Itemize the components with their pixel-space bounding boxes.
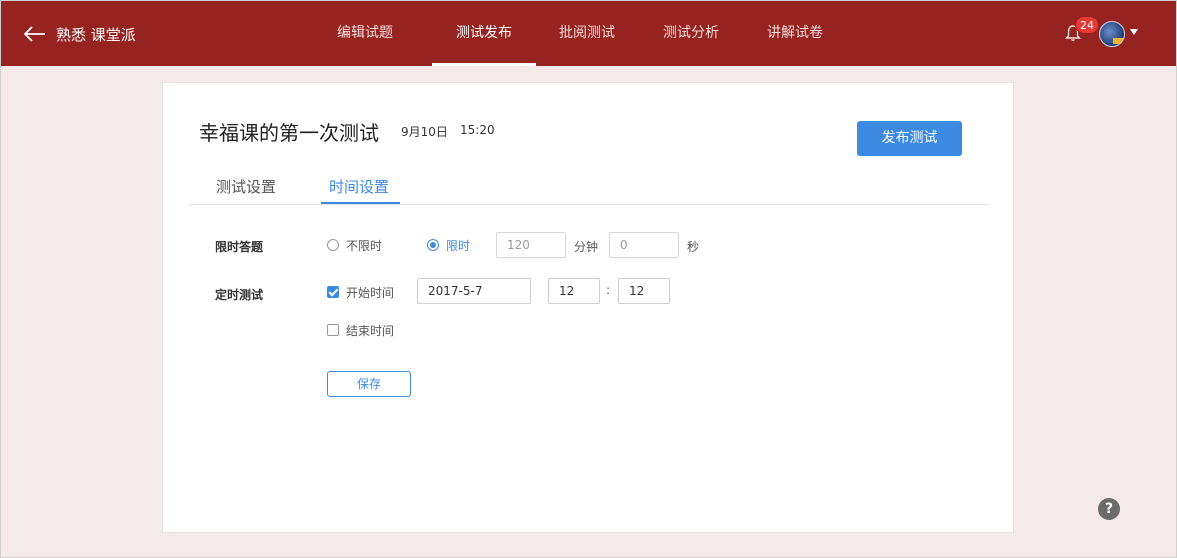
- start-date-input[interactable]: 2017-5-7: [417, 278, 531, 304]
- seconds-unit: 秒: [687, 240, 700, 254]
- help-icon[interactable]: ?: [1098, 498, 1120, 520]
- minutes-input[interactable]: 120: [496, 232, 566, 258]
- start-hour-input[interactable]: 12: [548, 278, 600, 304]
- test-title: 幸福课的第一次测试: [199, 121, 379, 145]
- unlimited-label: 不限时: [346, 239, 383, 253]
- scheduled-test-label: 定时测试: [215, 288, 264, 302]
- nav-edit-questions[interactable]: 编辑试题: [335, 0, 395, 66]
- notification-badge: 24: [1075, 16, 1099, 34]
- caret-down-icon[interactable]: [1130, 29, 1138, 35]
- time-limit-label: 限时答题: [215, 240, 264, 254]
- seconds-input[interactable]: 0: [609, 232, 679, 258]
- avatar[interactable]: [1099, 21, 1125, 47]
- start-minute-input[interactable]: 12: [618, 278, 670, 304]
- minutes-unit: 分钟: [574, 240, 599, 254]
- main-nav: 编辑试题 测试发布 批阅测试 测试分析 讲解试卷: [0, 0, 1177, 66]
- nav-test-analysis[interactable]: 测试分析: [660, 0, 722, 66]
- radio-limited[interactable]: [427, 239, 439, 251]
- limited-label: 限时: [446, 239, 471, 253]
- save-button[interactable]: 保存: [327, 371, 411, 397]
- start-time-checkbox[interactable]: [327, 286, 339, 298]
- nav-explain-paper[interactable]: 讲解试卷: [764, 0, 826, 66]
- publish-test-button[interactable]: 发布测试: [857, 121, 962, 156]
- test-settings-card: 幸福课的第一次测试 9月10日 15:20 发布测试 测试设置 时间设置 限时答…: [162, 82, 1014, 533]
- tab-test-settings[interactable]: 测试设置: [216, 176, 276, 206]
- vip-badge: [1113, 38, 1124, 44]
- tab-divider: [189, 204, 989, 205]
- test-time: 15:20: [460, 123, 495, 137]
- nav-publish-test[interactable]: 测试发布: [432, 0, 536, 66]
- end-time-checkbox[interactable]: [327, 324, 339, 336]
- end-time-label: 结束时间: [346, 324, 395, 338]
- test-date: 9月10日: [401, 125, 448, 139]
- top-bar: 熟悉 课堂派 编辑试题 测试发布 批阅测试 测试分析 讲解试卷 24: [0, 0, 1177, 66]
- time-separator: :: [606, 283, 611, 297]
- nav-grade-test[interactable]: 批阅测试: [556, 0, 618, 66]
- radio-unlimited[interactable]: [327, 239, 339, 251]
- start-time-label: 开始时间: [346, 286, 395, 300]
